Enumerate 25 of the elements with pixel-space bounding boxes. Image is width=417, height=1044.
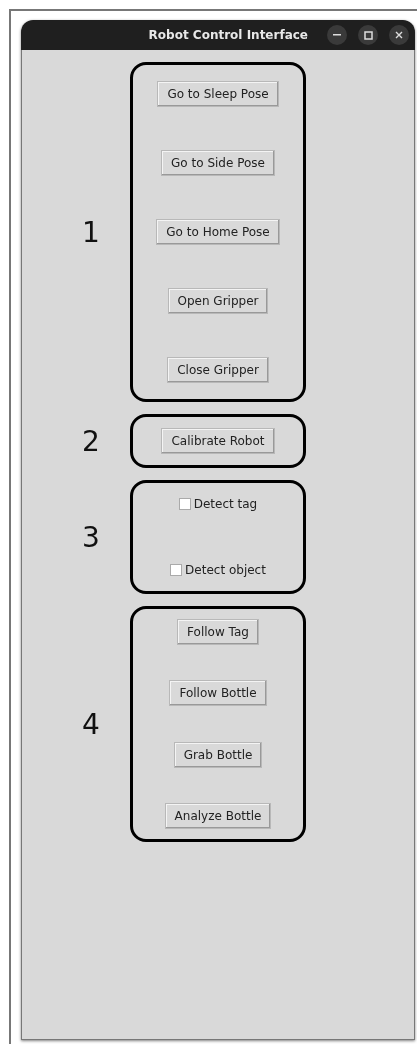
minimize-button[interactable]	[327, 25, 347, 45]
action-button[interactable]: Analyze Bottle	[164, 803, 272, 829]
action-button[interactable]: Open Gripper	[167, 288, 269, 314]
action-button[interactable]: Follow Bottle	[169, 680, 267, 707]
checkbox[interactable]	[170, 564, 183, 576]
close-button[interactable]	[389, 25, 409, 45]
action-button[interactable]: Follow Tag	[177, 619, 259, 645]
action-button[interactable]: Calibrate Robot	[161, 428, 275, 454]
close-icon	[395, 31, 403, 39]
action-button[interactable]: Go to Side Pose	[161, 150, 275, 176]
group-number: 1	[82, 215, 100, 249]
maximize-icon	[363, 30, 373, 40]
group-number: 4	[82, 707, 100, 741]
maximize-button[interactable]	[358, 25, 378, 45]
window-title: Robot Control Interface	[148, 28, 308, 42]
minimize-icon	[333, 34, 341, 36]
action-button[interactable]: Grab Bottle	[173, 741, 263, 768]
action-button[interactable]: Close Gripper	[167, 357, 269, 383]
checkbox-label: Detect object	[185, 563, 266, 577]
checkbox-label: Detect tag	[193, 497, 258, 511]
group-number: 3	[82, 520, 100, 554]
action-button[interactable]: Go to Home Pose	[156, 219, 280, 245]
action-button[interactable]: Go to Sleep Pose	[157, 81, 279, 107]
checkbox[interactable]	[178, 498, 191, 510]
group-number: 2	[82, 424, 100, 458]
